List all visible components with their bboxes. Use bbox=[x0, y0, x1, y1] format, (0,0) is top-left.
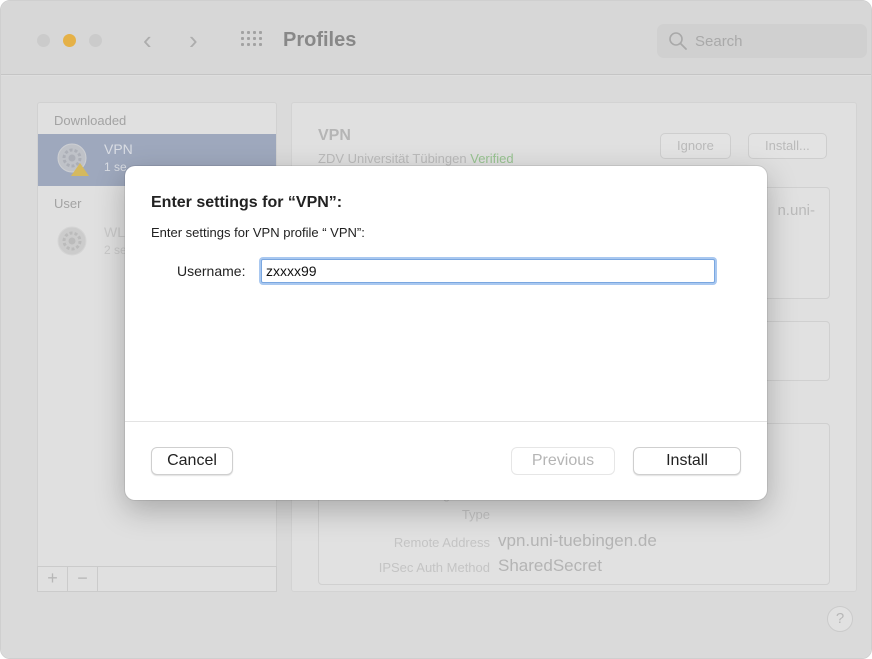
username-label: Username: bbox=[177, 263, 246, 279]
dialog-title: Enter settings for “VPN”: bbox=[151, 194, 343, 211]
profiles-window: ‹ › Profiles Search Downloaded VPN 1 se … bbox=[0, 0, 872, 659]
cancel-button[interactable]: Cancel bbox=[151, 447, 233, 475]
dialog-divider bbox=[125, 421, 767, 422]
username-field[interactable] bbox=[261, 259, 715, 283]
enter-settings-dialog: Enter settings for “VPN”: Enter settings… bbox=[125, 166, 767, 500]
dialog-subtitle: Enter settings for VPN profile “ VPN”: bbox=[151, 225, 365, 240]
install-button[interactable]: Install bbox=[633, 447, 741, 475]
previous-button[interactable]: Previous bbox=[511, 447, 615, 475]
